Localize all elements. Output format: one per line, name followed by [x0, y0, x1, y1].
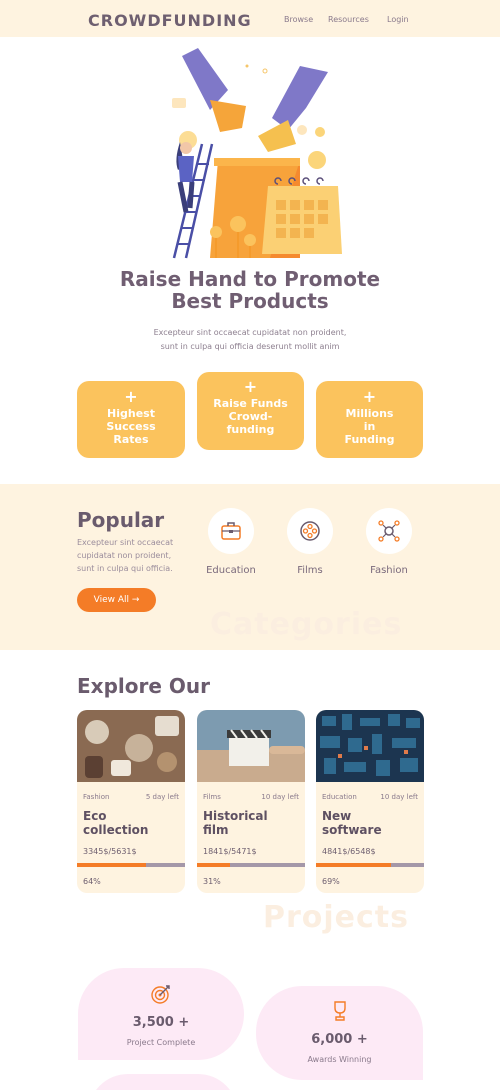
category-icon-circle — [366, 508, 412, 554]
card-meta: Films 10 day left — [197, 786, 305, 801]
popular-description-line: sunt in culpa qui officia. — [77, 564, 173, 573]
category-label: Films — [297, 565, 323, 576]
progress-fill — [316, 863, 391, 867]
popular-title: Popular — [77, 508, 165, 532]
site-logo[interactable]: CROWDFUNDING — [88, 11, 252, 30]
card-title-line: Historical — [203, 809, 268, 823]
hero-illustration — [172, 48, 342, 259]
card-percent: 69% — [322, 877, 340, 886]
card-category: Education — [322, 793, 357, 801]
popular-description-line: cupidatat non proident, — [77, 551, 172, 560]
feature-line: Millions — [345, 407, 394, 420]
stat-partial-tile — [88, 1074, 238, 1090]
film-reel-icon — [300, 521, 320, 541]
feature-line: Highest — [107, 407, 155, 420]
top-bar: CROWDFUNDING Browse Resources Login — [0, 0, 500, 37]
hero-description: Excepteur sint occaecat cupidatat non pr… — [110, 326, 390, 354]
plus-icon: + — [243, 377, 258, 396]
card-title-line: collection — [83, 823, 149, 837]
hero-title-line-2: Best Products — [171, 289, 329, 313]
hero-description-line-2: sunt in culpa qui officia deserunt molli… — [160, 342, 340, 351]
feature-line: Success — [106, 420, 156, 433]
card-title-line: Eco — [83, 809, 107, 823]
feature-line: Rates — [113, 433, 149, 446]
card-days-left: 10 day left — [380, 793, 418, 801]
hero-description-line-1: Excepteur sint occaecat cupidatat non pr… — [153, 328, 347, 337]
category-fashion[interactable]: Fashion — [349, 508, 429, 576]
category-icon-circle — [287, 508, 333, 554]
feature-tile-raise-funds[interactable]: + Raise Funds Crowd- funding — [197, 372, 304, 450]
card-category: Films — [203, 793, 221, 801]
stat-number: 3,500 + — [132, 1015, 190, 1030]
card-meta: Education 10 day left — [316, 786, 424, 801]
category-films[interactable]: Films — [270, 508, 350, 576]
category-icon-circle — [208, 508, 254, 554]
card-title: Eco collection — [77, 801, 185, 841]
progress-fill — [77, 863, 147, 867]
progress-bar — [197, 863, 305, 867]
explore-title: Explore Our — [77, 674, 210, 698]
projects-watermark: Projects — [263, 900, 410, 935]
feature-line: Raise Funds — [213, 397, 288, 410]
plus-icon: + — [362, 387, 377, 406]
hero-title: Raise Hand to Promote Best Products — [60, 268, 440, 312]
category-label: Education — [206, 565, 256, 576]
category-label: Fashion — [370, 565, 408, 576]
stat-label: Project Complete — [126, 1038, 196, 1047]
card-title-line: New — [322, 809, 352, 823]
feature-line: Funding — [344, 433, 395, 446]
card-amount: 3345$/5631$ — [83, 847, 137, 856]
nav-resources[interactable]: Resources — [328, 15, 369, 24]
stat-awards-winning: 6,000 + Awards Winning — [256, 986, 423, 1080]
trophy-icon — [333, 1001, 346, 1021]
stat-projects-complete: 3,500 + Project Complete — [78, 968, 244, 1060]
card-title: New software — [316, 801, 424, 841]
nav-login[interactable]: Login — [387, 15, 409, 24]
card-title: Historical film — [197, 801, 305, 841]
view-all-button[interactable]: View All → — [77, 588, 156, 612]
card-days-left: 10 day left — [261, 793, 299, 801]
feature-tile-success-rates[interactable]: + Highest Success Rates — [77, 381, 185, 458]
popular-description-line: Excepteur sint occaecat — [77, 538, 174, 547]
card-title-line: film — [203, 823, 229, 837]
category-education[interactable]: Education — [191, 508, 271, 576]
popular-description: Excepteur sint occaecat cupidatat non pr… — [77, 536, 187, 575]
project-card[interactable]: Education 10 day left New software 4841$… — [316, 710, 424, 893]
stat-number: 6,000 + — [311, 1032, 368, 1047]
progress-bar — [77, 863, 185, 867]
card-title-line: software — [322, 823, 382, 837]
project-image-eco-collection — [77, 710, 185, 782]
card-days-left: 5 day left — [145, 793, 179, 801]
briefcase-icon — [221, 522, 241, 540]
network-icon — [378, 520, 400, 542]
project-image-new-software — [316, 710, 424, 782]
card-percent: 64% — [83, 877, 101, 886]
plus-icon: + — [124, 387, 138, 406]
feature-line: Crowd- — [228, 410, 273, 423]
feature-line: funding — [226, 423, 275, 436]
feature-line: in — [363, 420, 376, 433]
target-icon — [151, 985, 170, 1004]
progress-bar — [316, 863, 424, 867]
feature-tile-millions-funding[interactable]: + Millions in Funding — [316, 381, 423, 458]
categories-watermark: Categories — [210, 607, 403, 642]
page: CROWDFUNDING Browse Resources Login Rais… — [0, 0, 500, 1090]
card-meta: Fashion 5 day left — [77, 786, 185, 801]
nav-browse[interactable]: Browse — [284, 15, 313, 24]
project-card[interactable]: Fashion 5 day left Eco collection 3345$/… — [77, 710, 185, 893]
card-amount: 1841$/5471$ — [203, 847, 257, 856]
hero-title-line-1: Raise Hand to Promote — [119, 267, 381, 291]
project-image-historical-film — [197, 710, 305, 782]
card-amount: 4841$/6548$ — [322, 847, 376, 856]
card-percent: 31% — [203, 877, 221, 886]
card-category: Fashion — [83, 793, 110, 801]
progress-fill — [197, 863, 231, 867]
stat-label: Awards Winning — [307, 1055, 372, 1064]
project-card[interactable]: Films 10 day left Historical film 1841$/… — [197, 710, 305, 893]
